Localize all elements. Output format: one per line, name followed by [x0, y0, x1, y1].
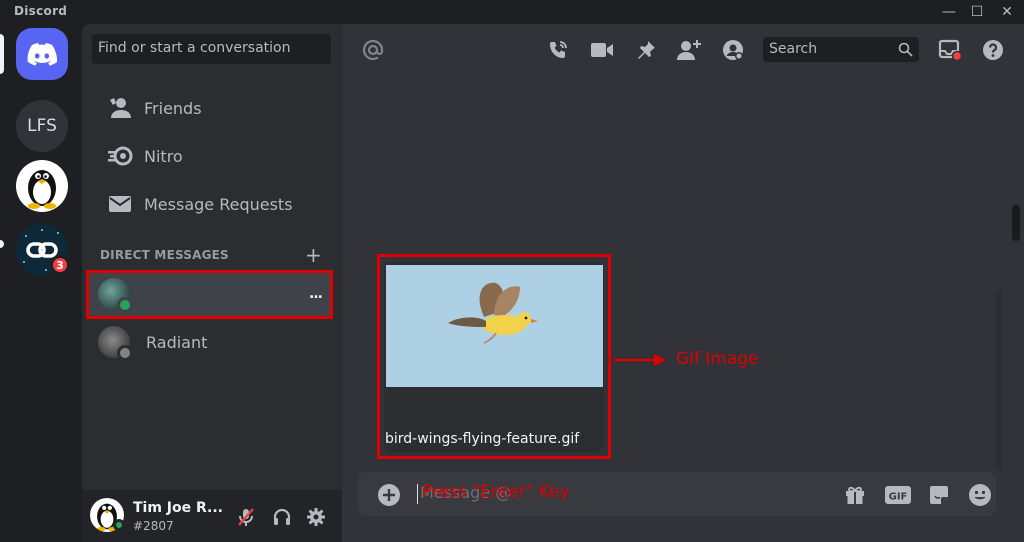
text-caret [417, 484, 418, 504]
user-tag: #2807 [133, 519, 174, 533]
envelope-icon [92, 195, 144, 213]
add-member-button[interactable] [676, 38, 702, 62]
search-input[interactable]: Search [763, 37, 919, 62]
maximize-button[interactable]: ☐ [966, 2, 988, 22]
friends-icon [92, 97, 144, 119]
message-area [358, 74, 966, 246]
server-lfs-label: LFS [27, 116, 57, 136]
direct-messages-header: DIRECT MESSAGES [100, 248, 229, 262]
user-settings-button[interactable] [304, 505, 328, 529]
emoji-smile-icon [969, 484, 991, 506]
gift-button[interactable] [842, 482, 868, 508]
tux-penguin-icon [28, 170, 56, 209]
gif-highlight-annotation [377, 254, 611, 459]
attach-button[interactable] [376, 482, 402, 508]
user-online-status-icon [113, 519, 125, 531]
avatar [98, 326, 133, 361]
voice-call-button[interactable] [545, 38, 571, 62]
dm-highlight-annotation [86, 270, 333, 319]
mention-badge: 3 [50, 255, 70, 275]
sticker-button[interactable] [926, 482, 952, 508]
nitro-icon [92, 145, 144, 167]
video-call-icon [591, 43, 613, 57]
nav-friends-label: Friends [144, 98, 202, 118]
selected-pill [0, 34, 4, 74]
offline-status-icon [117, 345, 133, 361]
discord-logo-icon [27, 43, 57, 66]
create-dm-button[interactable]: + [305, 243, 322, 267]
gif-annotation-label: Gif Image [676, 349, 759, 369]
voice-call-icon [549, 41, 567, 58]
inbox-button[interactable] [937, 38, 963, 62]
deafen-button[interactable] [270, 505, 294, 529]
gif-picker-button[interactable]: GIF [884, 482, 912, 508]
upload-scrollbar[interactable] [996, 290, 1002, 470]
annotation-arrow-icon [614, 354, 666, 366]
at-icon [360, 38, 386, 62]
home-button[interactable] [16, 28, 68, 80]
gear-icon [307, 508, 325, 526]
mute-button[interactable] [234, 505, 258, 529]
title-bar [0, 0, 1024, 24]
gift-icon [846, 486, 864, 504]
plus-circle-icon [378, 484, 400, 506]
add-member-icon [677, 40, 701, 60]
nav-message-requests[interactable]: Message Requests [92, 183, 332, 225]
help-button[interactable] [980, 38, 1006, 62]
inbox-icon [938, 39, 962, 61]
microphone-muted-icon [238, 508, 254, 526]
user-name: Tim Joe R... [133, 500, 224, 516]
enter-annotation-label: Press "Enter" Key [422, 482, 570, 502]
dm-name: Radiant [146, 332, 208, 352]
nav-nitro[interactable]: Nitro [92, 135, 332, 177]
svg-text:GIF: GIF [889, 492, 908, 503]
nav-nitro-label: Nitro [144, 146, 183, 166]
help-icon [983, 40, 1003, 60]
app-name: Discord [14, 4, 68, 18]
user-profile-button[interactable] [720, 38, 746, 62]
profile-icon [723, 40, 743, 60]
gif-icon: GIF [885, 486, 911, 504]
search-icon [898, 42, 913, 57]
pin-icon [638, 41, 655, 59]
server-linux[interactable] [16, 160, 68, 212]
scrollbar-thumb[interactable] [1012, 205, 1020, 241]
video-call-button[interactable] [589, 38, 615, 62]
dm-item-radiant[interactable]: Radiant [88, 320, 332, 364]
server-lfs[interactable]: LFS [16, 100, 68, 152]
search-placeholder: Search [769, 41, 818, 57]
nav-message-requests-label: Message Requests [144, 194, 293, 214]
minimize-button[interactable]: — [938, 2, 960, 22]
find-conversation-button[interactable]: Find or start a conversation [92, 34, 331, 64]
sticker-icon [930, 486, 948, 504]
headphones-icon [273, 508, 291, 525]
nav-friends[interactable]: Friends [92, 87, 332, 129]
close-button[interactable]: ✕ [996, 2, 1018, 22]
emoji-button[interactable] [967, 482, 993, 508]
pinned-messages-button[interactable] [633, 38, 659, 62]
